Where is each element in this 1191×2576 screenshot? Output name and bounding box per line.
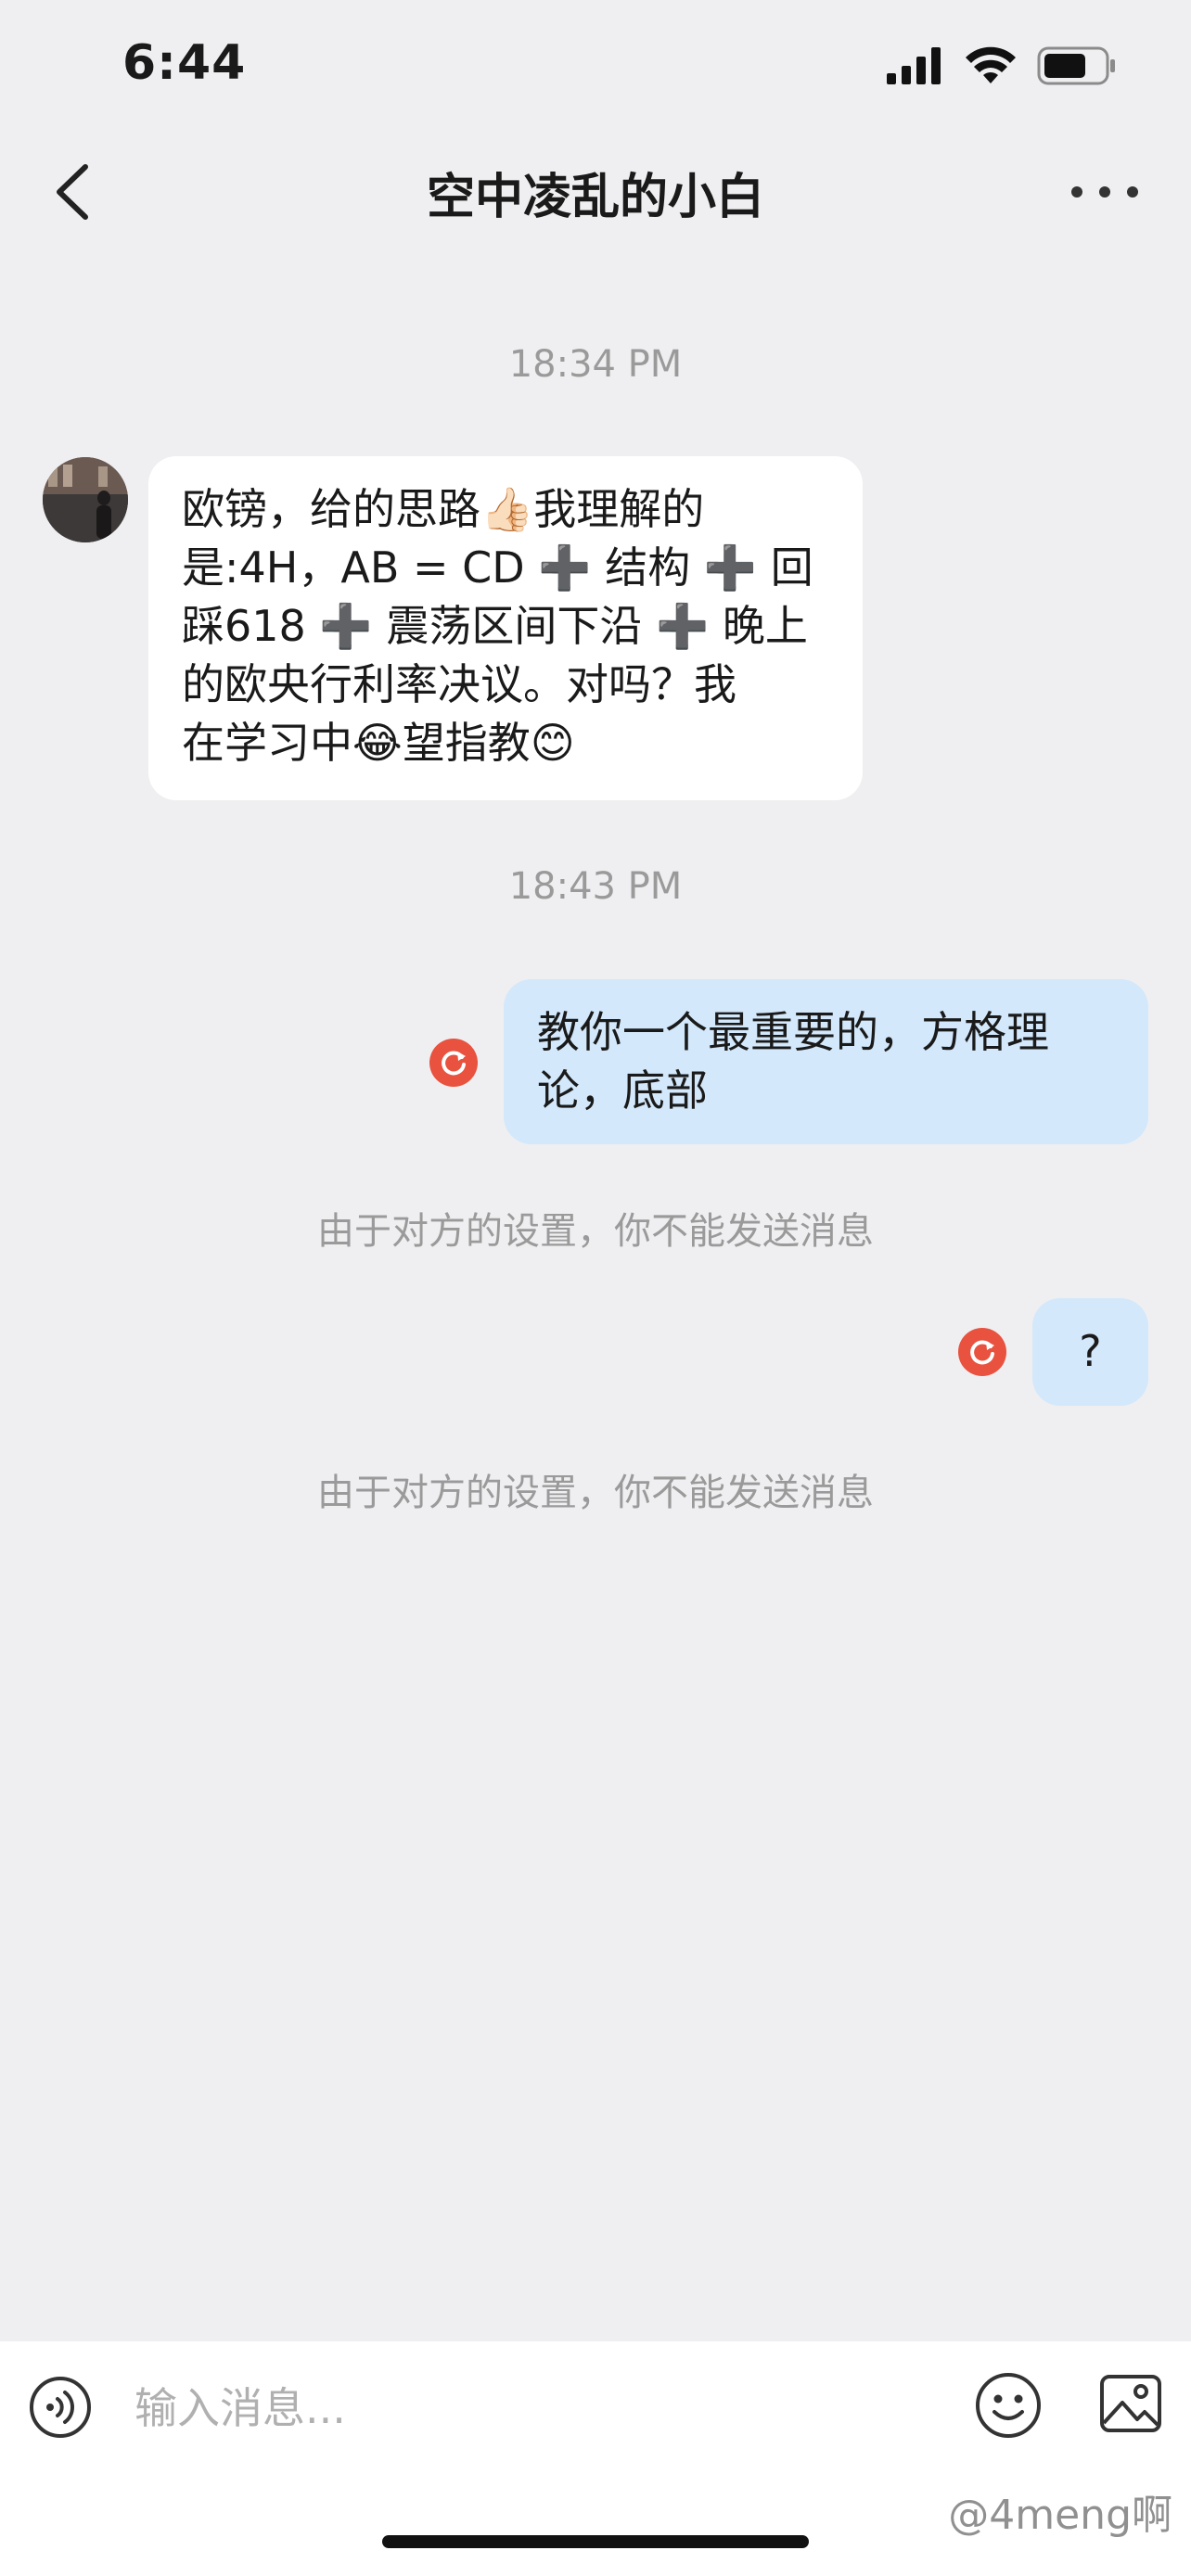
message-line: 的欧央行利率决议。对吗？我 <box>182 659 736 709</box>
message-line: 是:4H，AB = CD ➕ 结构 ➕ 回 <box>182 542 813 593</box>
voice-input-icon[interactable] <box>28 2375 93 2440</box>
status-time: 6:44 <box>122 35 247 91</box>
more-options-icon[interactable] <box>1063 169 1146 215</box>
outgoing-message-bubble[interactable]: ? <box>1032 1298 1148 1406</box>
message-line: ? <box>1079 1326 1102 1376</box>
wifi-icon <box>966 46 1016 83</box>
home-indicator[interactable] <box>382 2535 809 2548</box>
watermark-text: @4meng啊 <box>948 2492 1172 2539</box>
message-timestamp: 18:43 PM <box>508 865 683 908</box>
chat-header: 空中凌乱的小白 <box>0 139 1191 241</box>
contact-avatar[interactable] <box>43 457 128 542</box>
battery-icon <box>1037 46 1115 85</box>
resend-icon[interactable] <box>958 1328 1006 1376</box>
image-picker-icon[interactable] <box>1098 2371 1163 2436</box>
message-line: 教你一个最重要的，方格理 <box>537 1007 1049 1057</box>
system-notice: 由于对方的设置，你不能发送消息 <box>317 1472 874 1514</box>
avatar-photo <box>43 457 128 542</box>
emoji-icon[interactable] <box>974 2371 1043 2440</box>
message-input-bar: @4meng啊 <box>0 2341 1191 2576</box>
incoming-message-bubble[interactable]: 欧镑，给的思路👍🏻我理解的 是:4H，AB = CD ➕ 结构 ➕ 回 踩618… <box>148 456 863 800</box>
message-line: 在学习中😂望指教😊 <box>182 718 575 768</box>
system-notice: 由于对方的设置，你不能发送消息 <box>317 1210 874 1253</box>
message-line: 踩618 ➕ 震荡区间下沿 ➕ 晚上 <box>182 601 808 651</box>
resend-icon[interactable] <box>429 1039 478 1087</box>
status-bar: 6:44 <box>0 0 1191 139</box>
message-line: 欧镑，给的思路👍🏻我理解的 <box>182 484 705 534</box>
message-line: 论，底部 <box>537 1065 708 1116</box>
outgoing-message-bubble[interactable]: 教你一个最重要的，方格理 论，底部 <box>504 979 1148 1144</box>
message-input[interactable] <box>134 2369 932 2447</box>
cellular-signal-icon <box>887 47 941 84</box>
message-timestamp: 18:34 PM <box>508 343 683 386</box>
chat-title: 空中凌乱的小白 <box>426 170 764 225</box>
status-icons <box>887 46 1117 85</box>
